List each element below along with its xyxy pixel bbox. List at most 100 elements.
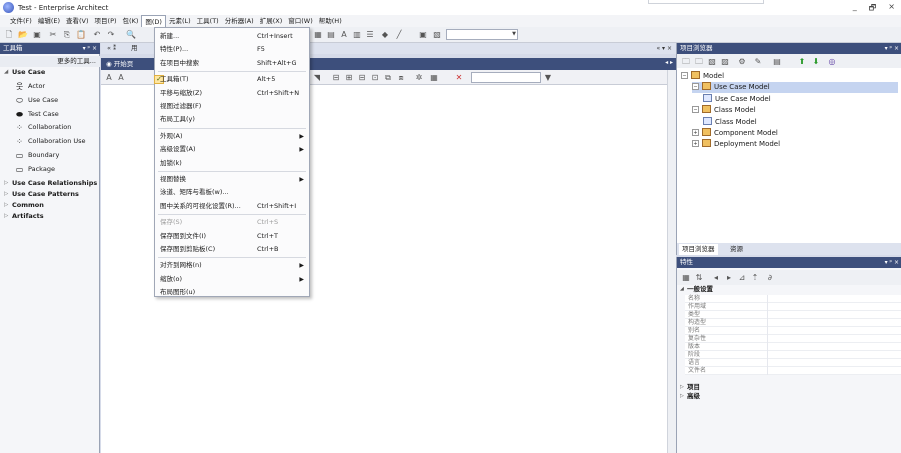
menu-6[interactable]: 元素(L) xyxy=(166,15,194,27)
menu-item-4-2[interactable]: 保存图到剪贴板(C) Ctrl+B xyxy=(155,243,309,256)
expand-icon[interactable]: + xyxy=(692,140,699,148)
menu-item-1-0[interactable]: ✓ 工具箱(T) Alt+5 xyxy=(154,73,309,86)
toolbox-item-collaboration[interactable]: ⁘ Collaboration xyxy=(0,121,100,134)
panel-controls-icon[interactable]: ▾ ᵖ × xyxy=(885,257,899,268)
panel-controls-icon[interactable]: ▾ ᵖ × xyxy=(885,43,899,54)
line-color-icon[interactable]: ╱ xyxy=(394,30,404,40)
toolbox-item-boundary[interactable]: ▭ Boundary xyxy=(0,149,100,162)
tab-controls[interactable]: « ▾ × xyxy=(656,43,672,54)
align-center-icon[interactable]: ⊞ xyxy=(344,73,354,83)
vertical-scrollbar[interactable] xyxy=(667,70,676,453)
property-row[interactable]: 作用域 xyxy=(685,303,901,311)
collapse-icon[interactable]: − xyxy=(692,83,699,91)
toolbox-item-test-case[interactable]: ⬬ Test Case xyxy=(0,108,100,121)
filter-icon[interactable]: ▼ xyxy=(543,73,553,83)
property-row[interactable]: 类型 xyxy=(685,311,901,319)
menu-item-1-3[interactable]: 布局工具(y) xyxy=(155,113,309,126)
sort-az-icon[interactable]: ⇅ xyxy=(694,273,704,283)
menu-item-1-2[interactable]: 视图过滤器(F) xyxy=(155,100,309,113)
properties-general-section[interactable]: ◢ 一般设置 xyxy=(677,285,901,294)
toolbox-group-0[interactable]: ▷ Use Case Relationships xyxy=(0,178,100,189)
panel-controls-icon[interactable]: ▾ ᵖ × xyxy=(83,43,97,54)
align-icon[interactable]: ▥ xyxy=(352,30,362,40)
property-row[interactable]: 别名 xyxy=(685,327,901,335)
style-icon[interactable]: ◥ xyxy=(312,73,322,83)
menu-5[interactable]: 图(D) xyxy=(141,15,166,27)
table-icon[interactable]: ▤ xyxy=(326,30,336,40)
property-row[interactable]: 文件名 xyxy=(685,367,901,375)
view-icon[interactable]: ▤ xyxy=(772,57,782,67)
help-icon[interactable]: ◎ xyxy=(827,57,837,67)
image-icon[interactable]: ▣ xyxy=(418,30,428,40)
menu-item-2-1[interactable]: 高级设置(A) ▶ xyxy=(155,143,309,156)
font-icon[interactable]: A xyxy=(339,30,349,40)
menu-11[interactable]: 帮助(H) xyxy=(316,15,345,27)
pin-icon[interactable]: ⊿ xyxy=(737,273,747,283)
layout-icon[interactable]: ▦ xyxy=(313,30,323,40)
new-package-icon[interactable]: 🗀 xyxy=(694,57,704,67)
tree-node[interactable]: Use Case Model xyxy=(703,93,898,105)
next-icon[interactable]: ▸ xyxy=(724,273,734,283)
restore-button[interactable]: 🗗 xyxy=(869,2,877,16)
custom-icon[interactable]: ∂ xyxy=(765,273,775,283)
toolbox-group-use-case[interactable]: ◢ Use Case xyxy=(0,67,100,78)
menu-item-0-1[interactable]: 特性(P)... F5 xyxy=(155,43,309,56)
properties-section-0[interactable]: ▷ 项目 xyxy=(677,383,901,392)
redo-icon[interactable]: ↷ xyxy=(106,30,116,40)
align-right-icon[interactable]: ⊟ xyxy=(357,73,367,83)
new-model-icon[interactable]: 🗀 xyxy=(681,57,691,67)
align-left-icon[interactable]: ⊟ xyxy=(331,73,341,83)
menu-item-2-0[interactable]: 外观(A) ▶ xyxy=(155,130,309,143)
tree-node[interactable]: − Use Case Model xyxy=(692,82,898,94)
group-icon[interactable]: ⧈ xyxy=(396,73,406,83)
undo-icon[interactable]: ↶ xyxy=(92,30,102,40)
diagram-icon[interactable]: ▧ xyxy=(432,30,442,40)
find-icon[interactable]: 🔍 xyxy=(126,30,136,40)
tab-partial[interactable]: 用 xyxy=(127,43,142,54)
menu-1[interactable]: 编辑(E) xyxy=(35,15,63,27)
menu-10[interactable]: 窗口(W) xyxy=(285,15,316,27)
properties-icon[interactable]: ▦ xyxy=(429,73,439,83)
minimize-button[interactable]: _ xyxy=(853,2,857,16)
toolbar-combo[interactable]: ▼ xyxy=(446,29,518,40)
menu-item-3-2[interactable]: 图中关系的可视化设置(R)... Ctrl+Shift+I xyxy=(155,200,309,213)
toolbox-group-1[interactable]: ▷ Use Case Patterns xyxy=(0,189,100,200)
copy-icon[interactable]: ⎘ xyxy=(62,30,72,40)
menu-9[interactable]: 扩展(X) xyxy=(257,15,286,27)
menu-item-0-2[interactable]: 在项目中搜索 Shift+Alt+G xyxy=(155,57,309,70)
new-icon[interactable]: 🗋 xyxy=(4,30,14,40)
fill-color-icon[interactable]: ◆ xyxy=(380,30,390,40)
save-icon[interactable]: ▣ xyxy=(32,30,42,40)
collapse-icon[interactable]: − xyxy=(692,106,699,114)
menu-4[interactable]: 包(K) xyxy=(120,15,142,27)
title-quick-search[interactable] xyxy=(648,0,764,4)
menu-item-5-1[interactable]: 缩放(o) ▶ xyxy=(155,273,309,286)
menu-0[interactable]: 文件(F) xyxy=(7,15,35,27)
tree-node[interactable]: + Component Model xyxy=(692,128,898,139)
menu-item-2-2[interactable]: 加锁(k) xyxy=(155,157,309,170)
menu-item-4-1[interactable]: 保存图到文件(I) Ctrl+T xyxy=(155,230,309,243)
menu-7[interactable]: 工具(T) xyxy=(194,15,222,27)
tab-start-page[interactable]: ◉ 开始页 xyxy=(103,59,136,69)
collapse-icon[interactable]: − xyxy=(681,72,688,79)
diagram-search-field[interactable] xyxy=(471,72,541,83)
font-color-icon[interactable]: A xyxy=(116,73,126,83)
toolbox-item-actor[interactable]: 웃 Actor xyxy=(0,80,100,93)
tab-scroll-icon[interactable]: « ⁑ xyxy=(103,43,120,54)
settings-icon[interactable]: ⚙ xyxy=(737,57,747,67)
move-down-icon[interactable]: ⬇ xyxy=(811,57,821,67)
up-icon[interactable]: ⇡ xyxy=(750,273,760,283)
menu-item-0-0[interactable]: 新建... Ctrl+Insert xyxy=(155,30,309,43)
tab-nav-arrows[interactable]: ◂ ▸ xyxy=(665,59,673,66)
delete-icon[interactable]: ✕ xyxy=(454,73,464,83)
move-up-icon[interactable]: ⬆ xyxy=(797,57,807,67)
close-button[interactable]: × xyxy=(888,2,895,16)
property-row[interactable]: 阶段 xyxy=(685,351,901,359)
tools-icon[interactable]: ✲ xyxy=(414,73,424,83)
menu-item-3-1[interactable]: 泳道、矩阵与看板(w)... xyxy=(155,186,309,199)
same-size-icon[interactable]: ⊡ xyxy=(370,73,380,83)
expand-icon[interactable]: + xyxy=(692,129,699,136)
property-row[interactable]: 名称 xyxy=(685,295,901,303)
property-row[interactable]: 版本 xyxy=(685,343,901,351)
menu-item-3-0[interactable]: 视图替换 ▶ xyxy=(155,173,309,186)
